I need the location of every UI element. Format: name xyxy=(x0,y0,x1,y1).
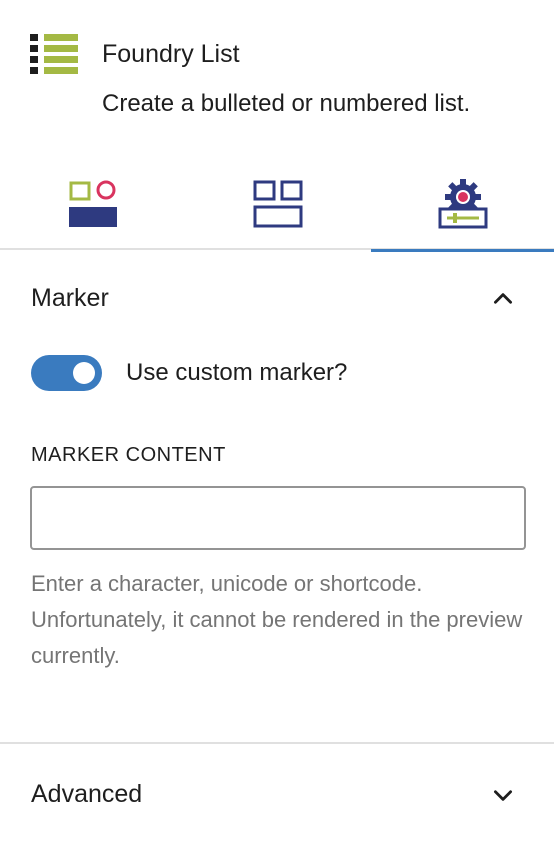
settings-icon xyxy=(438,179,487,229)
styles-icon xyxy=(68,180,117,227)
marker-content-help: Enter a character, unicode or shortcode.… xyxy=(31,571,523,668)
block-card: Foundry List Create a bulleted or number… xyxy=(0,0,554,150)
bulleted-list-icon xyxy=(30,34,78,74)
marker-panel-toggle[interactable]: Marker xyxy=(0,270,554,326)
toggle-knob xyxy=(73,362,95,384)
marker-panel-title: Marker xyxy=(31,284,109,312)
advanced-panel-toggle[interactable]: Advanced xyxy=(0,766,554,822)
tab-styles[interactable] xyxy=(0,160,185,250)
marker-content-label: MARKER CONTENT xyxy=(31,444,226,466)
marker-panel: Marker Use custom marker? MARKER CONTENT… xyxy=(0,250,554,744)
tab-settings[interactable] xyxy=(371,160,554,252)
custom-marker-label[interactable]: Use custom marker? xyxy=(126,359,347,387)
chevron-up-icon xyxy=(494,293,512,304)
chevron-down-icon xyxy=(494,790,512,801)
layout-icon xyxy=(253,180,302,228)
marker-content-input[interactable] xyxy=(30,486,526,550)
inspector-tabs xyxy=(0,160,554,252)
block-title: Foundry List xyxy=(102,40,240,68)
custom-marker-toggle[interactable] xyxy=(31,355,102,391)
tab-layout[interactable] xyxy=(185,160,370,250)
custom-marker-row: Use custom marker? xyxy=(31,355,511,391)
block-description: Create a bulleted or numbered list. xyxy=(102,90,471,117)
advanced-panel-title: Advanced xyxy=(31,780,143,808)
advanced-panel: Advanced xyxy=(0,746,554,858)
